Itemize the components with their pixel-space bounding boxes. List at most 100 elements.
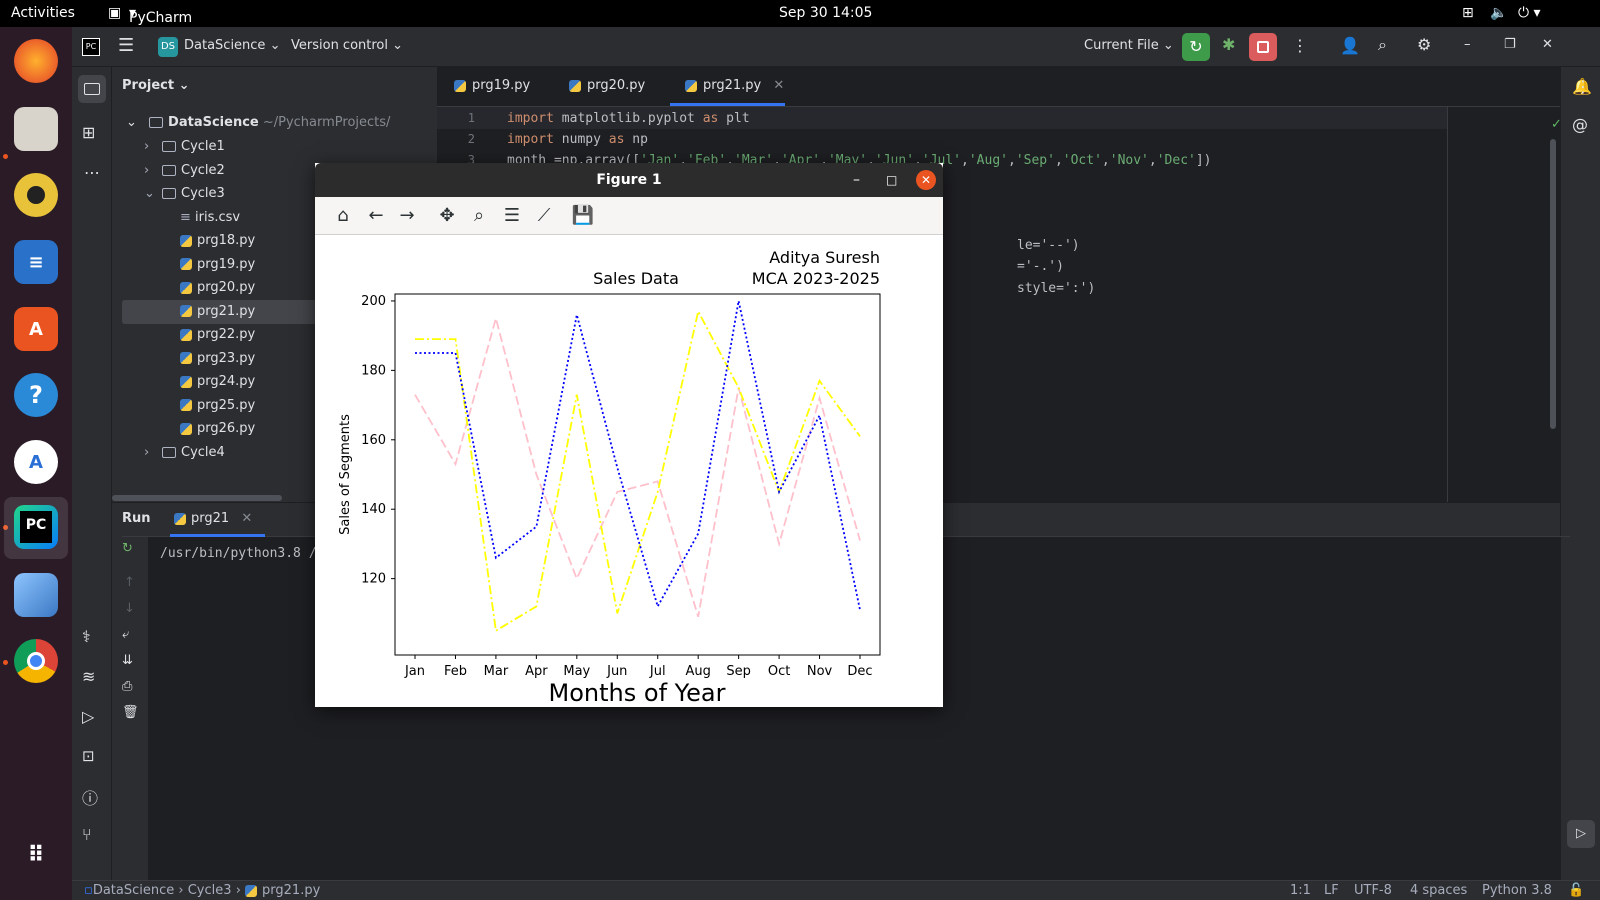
tab-prg20[interactable]: prg20.py bbox=[565, 67, 645, 105]
edit-axes-icon[interactable]: ⟋ bbox=[532, 205, 556, 227]
lock-icon[interactable]: 🔓 bbox=[1568, 883, 1584, 898]
horizontal-scrollbar[interactable] bbox=[112, 495, 282, 501]
code-fragment[interactable]: ='-.') bbox=[1017, 256, 1064, 277]
vertical-scrollbar[interactable] bbox=[1550, 139, 1556, 429]
chevron-right-icon[interactable]: › bbox=[144, 442, 162, 464]
home-icon[interactable]: ⌂ bbox=[331, 205, 355, 227]
tree-root[interactable]: ⌄ DataScience ~/PycharmProjects/ bbox=[126, 112, 390, 134]
run-config-selector[interactable]: Current File ⌄ bbox=[1084, 38, 1174, 53]
main-menu-icon[interactable]: ☰ bbox=[118, 35, 134, 56]
run-tool-icon[interactable]: ▷ bbox=[82, 707, 94, 726]
back-arrow-icon[interactable]: ← bbox=[364, 205, 388, 227]
save-figure-icon[interactable]: 💾 bbox=[571, 205, 595, 227]
tree-folder[interactable]: › Cycle2 bbox=[144, 160, 225, 182]
zoom-icon[interactable]: ⌕ bbox=[467, 205, 491, 227]
tree-file[interactable]: prg21.py bbox=[180, 301, 255, 323]
project-tool-button[interactable] bbox=[78, 75, 106, 103]
tree-folder[interactable]: › Cycle1 bbox=[144, 136, 225, 158]
ai-assistant-icon[interactable]: @ bbox=[1572, 115, 1588, 134]
rhythmbox-icon[interactable] bbox=[14, 173, 58, 217]
chevron-right-icon[interactable]: › bbox=[144, 160, 162, 182]
network-icon[interactable]: ⊞ bbox=[1462, 5, 1474, 21]
tree-file[interactable]: prg24.py bbox=[180, 371, 255, 393]
pan-icon[interactable]: ✥ bbox=[435, 205, 459, 227]
close-icon[interactable]: ✕ bbox=[916, 170, 936, 190]
git-icon[interactable]: ⑂ bbox=[82, 825, 92, 844]
trash-icon[interactable]: 🗑 bbox=[122, 705, 139, 720]
restore-icon[interactable]: ❐ bbox=[1504, 37, 1516, 52]
inspection-ok-icon[interactable]: ✓ bbox=[1551, 117, 1562, 132]
breadcrumb-item[interactable]: DataScience bbox=[93, 883, 174, 898]
rerun-icon[interactable]: ↻ bbox=[122, 541, 133, 556]
minimize-icon[interactable]: – bbox=[853, 163, 860, 197]
software-updater-icon[interactable]: A bbox=[14, 440, 58, 484]
activities-button[interactable]: Activities bbox=[11, 5, 75, 21]
tree-file[interactable]: prg23.py bbox=[180, 348, 255, 370]
plot-canvas[interactable]: Jan Feb Mar Apr May Jun Jul Aug Sep Oct Nov Dec 120 1… bbox=[315, 235, 943, 707]
settings-gear-icon[interactable]: ⚙ bbox=[1417, 35, 1431, 54]
code-line-1[interactable]: import matplotlib.pyplot as plt bbox=[507, 108, 750, 129]
debug-icon[interactable]: ✱ bbox=[1222, 35, 1235, 54]
search-icon[interactable]: ⌕ bbox=[1378, 35, 1387, 55]
pycharm-icon[interactable]: PC bbox=[14, 505, 58, 549]
layers-icon[interactable]: ≋ bbox=[82, 667, 95, 686]
run-tab[interactable]: prg21 ✕ bbox=[174, 511, 252, 526]
python-packages-icon[interactable]: ⚕ bbox=[82, 627, 91, 646]
tree-file[interactable]: prg25.py bbox=[180, 395, 255, 417]
tab-prg19[interactable]: prg19.py bbox=[450, 67, 530, 105]
caret-position[interactable]: 1:1 bbox=[1290, 883, 1311, 898]
writer-icon[interactable]: ≡ bbox=[14, 240, 58, 284]
file-encoding[interactable]: UTF-8 bbox=[1354, 883, 1392, 898]
close-tab-icon[interactable]: ✕ bbox=[241, 511, 252, 526]
scroll-up-icon[interactable]: ↑ bbox=[124, 575, 135, 590]
firefox-icon[interactable] bbox=[14, 39, 58, 83]
forward-arrow-icon[interactable]: → bbox=[395, 205, 419, 227]
project-badge[interactable]: DS bbox=[158, 37, 178, 57]
maximize-icon[interactable]: □ bbox=[886, 163, 897, 197]
chrome-icon[interactable] bbox=[14, 639, 58, 683]
volume-icon[interactable]: 🔈 bbox=[1490, 5, 1507, 21]
breadcrumb-item[interactable]: prg21.py bbox=[262, 883, 320, 898]
run-widget-icon[interactable]: ▷ bbox=[1567, 820, 1595, 848]
clock[interactable]: Sep 30 14:05 bbox=[779, 5, 872, 21]
tab-prg21[interactable]: prg21.py ✕ bbox=[681, 67, 784, 105]
tree-file[interactable]: prg22.py bbox=[180, 324, 255, 346]
tree-folder[interactable]: › Cycle4 bbox=[144, 442, 225, 464]
add-user-icon[interactable]: 👤 bbox=[1340, 36, 1360, 55]
interpreter[interactable]: Python 3.8 bbox=[1482, 883, 1552, 898]
vcs-selector[interactable]: Version control ⌄ bbox=[291, 38, 403, 53]
breadcrumb-item[interactable]: Cycle3 bbox=[188, 883, 232, 898]
power-icon[interactable]: ⏻ ▾ bbox=[1518, 5, 1541, 21]
minimize-icon[interactable]: – bbox=[1464, 37, 1471, 52]
scroll-to-end-icon[interactable]: ⇊ bbox=[122, 653, 133, 668]
close-icon[interactable]: ✕ bbox=[1542, 37, 1553, 52]
indent-setting[interactable]: 4 spaces bbox=[1410, 883, 1467, 898]
scroll-down-icon[interactable]: ↓ bbox=[124, 601, 135, 616]
tree-file[interactable]: prg20.py bbox=[180, 277, 255, 299]
rerun-icon[interactable]: ↻ bbox=[1182, 33, 1210, 61]
code-fragment[interactable]: style=':') bbox=[1017, 278, 1095, 299]
problems-icon[interactable]: ⓘ bbox=[82, 785, 98, 809]
virtualbox-icon[interactable] bbox=[14, 573, 58, 617]
terminal-icon[interactable]: ⊡ bbox=[82, 747, 95, 765]
code-line-2[interactable]: import numpy as np bbox=[507, 129, 648, 150]
structure-icon[interactable]: ⊞ bbox=[82, 123, 95, 142]
line-separator[interactable]: LF bbox=[1324, 883, 1339, 898]
project-panel-title[interactable]: Project ⌄ bbox=[122, 78, 190, 93]
app-center-icon[interactable]: A bbox=[14, 307, 58, 351]
stop-button[interactable] bbox=[1249, 33, 1277, 61]
configure-subplots-icon[interactable]: ☰ bbox=[500, 205, 524, 227]
tab-options-icon[interactable]: ⋮ bbox=[1575, 77, 1591, 96]
app-menu-button[interactable]: PyCharm Community Edition ▾ bbox=[129, 5, 210, 58]
tree-file[interactable]: prg18.py bbox=[180, 230, 255, 252]
code-fragment[interactable]: le='--') bbox=[1017, 235, 1080, 256]
more-actions-icon[interactable]: ⋮ bbox=[1292, 36, 1308, 55]
project-selector[interactable]: DataScience ⌄ bbox=[184, 38, 280, 53]
tree-folder[interactable]: ⌄ Cycle3 bbox=[144, 183, 225, 205]
files-icon[interactable] bbox=[14, 107, 58, 151]
show-apps-icon[interactable]: ⠿ bbox=[14, 833, 58, 877]
soft-wrap-icon[interactable]: ⤶ bbox=[122, 627, 129, 642]
more-tools-icon[interactable]: ⋯ bbox=[84, 163, 100, 182]
tree-file[interactable]: ≡ iris.csv bbox=[180, 207, 240, 229]
chevron-right-icon[interactable]: › bbox=[144, 136, 162, 158]
